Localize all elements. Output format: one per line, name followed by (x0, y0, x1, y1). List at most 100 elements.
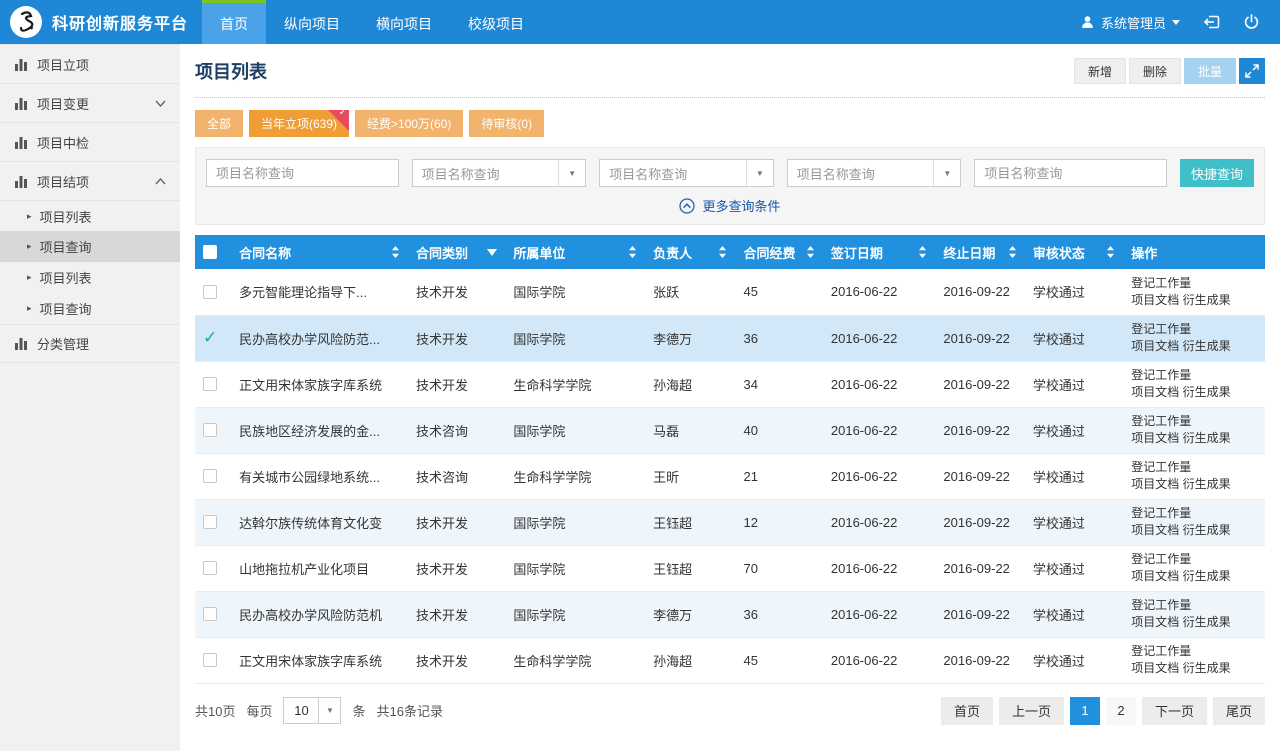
filter-tab-4[interactable]: 待审核(0) (469, 110, 544, 137)
add-button[interactable]: 新增 (1074, 58, 1126, 84)
action-register-workload[interactable]: 登记工作量 (1131, 506, 1191, 520)
col-header-3[interactable]: 所属单位 (505, 235, 645, 269)
nav-tab-1[interactable]: 首页 (202, 0, 266, 44)
table-row-4[interactable]: 民族地区经济发展的金...技术咨询国际学院马磊402016-06-222016-… (195, 407, 1265, 453)
quick-search-button[interactable]: 快捷查询 (1180, 159, 1254, 187)
table-row-8[interactable]: 民办高校办学风险防范机技术开发国际学院李德万362016-06-222016-0… (195, 591, 1265, 637)
user-menu[interactable]: 系统管理员 (1080, 13, 1180, 32)
row-checkbox[interactable] (203, 653, 217, 667)
table-row-1[interactable]: 多元智能理论指导下...技术开发国际学院张跃452016-06-222016-0… (195, 269, 1265, 315)
action-register-workload[interactable]: 登记工作量 (1131, 460, 1191, 474)
check-icon[interactable]: ✓ (203, 328, 217, 347)
sidebar-subitem-7[interactable]: ▸项目列表 (0, 262, 180, 293)
page-button-1[interactable]: 首页 (941, 697, 993, 725)
action-register-workload[interactable]: 登记工作量 (1131, 552, 1191, 566)
action-project-docs[interactable]: 项目文档 (1131, 615, 1179, 629)
page-button-6[interactable]: 尾页 (1213, 697, 1265, 725)
sidebar-subitem-5[interactable]: ▸项目列表 (0, 200, 180, 231)
action-derived-results[interactable]: 衍生成果 (1183, 431, 1231, 445)
select-all-checkbox[interactable] (203, 245, 217, 259)
delete-button[interactable]: 删除 (1129, 58, 1181, 84)
search-select-4[interactable]: 项目名称查询▼ (787, 159, 962, 187)
action-derived-results[interactable]: 衍生成果 (1183, 615, 1231, 629)
col-header-6[interactable]: 签订日期 (823, 235, 936, 269)
col-header-4[interactable]: 负责人 (645, 235, 735, 269)
action-derived-results[interactable]: 衍生成果 (1183, 477, 1231, 491)
page-button-3[interactable]: 1 (1070, 697, 1100, 725)
nav-tab-3[interactable]: 横向项目 (358, 0, 450, 44)
search-input-5[interactable] (974, 159, 1167, 187)
action-project-docs[interactable]: 项目文档 (1131, 523, 1179, 537)
filter-tab-3[interactable]: 经费>100万(60) (355, 110, 463, 137)
search-select-3[interactable]: 项目名称查询▼ (599, 159, 774, 187)
page-button-5[interactable]: 下一页 (1142, 697, 1207, 725)
table-row-9[interactable]: 正文用宋体家族字库系统技术开发生命科学学院孙海超452016-06-222016… (195, 637, 1265, 683)
action-derived-results[interactable]: 衍生成果 (1183, 339, 1231, 353)
top-nav: 首页纵向项目横向项目校级项目 (202, 0, 542, 44)
sidebar-item-9[interactable]: 分类管理 (0, 324, 180, 363)
col-header-5[interactable]: 合同经费 (735, 235, 822, 269)
action-project-docs[interactable]: 项目文档 (1131, 477, 1179, 491)
action-register-workload[interactable]: 登记工作量 (1131, 276, 1191, 290)
page-button-2[interactable]: 上一页 (999, 697, 1064, 725)
search-input-1[interactable] (206, 159, 399, 187)
page-head: 项目列表 新增 删除 批量 (195, 58, 1265, 98)
row-checkbox[interactable] (203, 469, 217, 483)
row-checkbox[interactable] (203, 515, 217, 529)
row-checkbox[interactable] (203, 285, 217, 299)
action-project-docs[interactable]: 项目文档 (1131, 661, 1179, 675)
action-register-workload[interactable]: 登记工作量 (1131, 368, 1191, 382)
sidebar-subitem-8[interactable]: ▸项目查询 (0, 293, 180, 324)
action-project-docs[interactable]: 项目文档 (1131, 431, 1179, 445)
filter-tab-2[interactable]: 当年立项(639)✓ (249, 110, 349, 137)
action-register-workload[interactable]: 登记工作量 (1131, 598, 1191, 612)
action-derived-results[interactable]: 衍生成果 (1183, 661, 1231, 675)
col-header-2[interactable]: 合同类别 (408, 235, 505, 269)
table-row-5[interactable]: 有关城市公园绿地系统...技术咨询生命科学学院王昕212016-06-22201… (195, 453, 1265, 499)
nav-tab-2[interactable]: 纵向项目 (266, 0, 358, 44)
table-row-2[interactable]: ✓民办高校办学风险防范...技术开发国际学院李德万362016-06-22201… (195, 315, 1265, 361)
sidebar-item-4[interactable]: 项目结项 (0, 161, 180, 200)
action-project-docs[interactable]: 项目文档 (1131, 293, 1179, 307)
table-row-3[interactable]: 正文用宋体家族字库系统技术开发生命科学学院孙海超342016-06-222016… (195, 361, 1265, 407)
action-derived-results[interactable]: 衍生成果 (1183, 569, 1231, 583)
col-header-1[interactable]: 合同名称 (231, 235, 408, 269)
sidebar-item-3[interactable]: 项目中检 (0, 122, 180, 161)
col-header-7[interactable]: 终止日期 (935, 235, 1024, 269)
cell-fund: 12 (735, 499, 822, 545)
action-register-workload[interactable]: 登记工作量 (1131, 414, 1191, 428)
search-select-2[interactable]: 项目名称查询▼ (412, 159, 587, 187)
select-value: 项目名称查询 (413, 164, 559, 183)
cell-unit: 生命科学学院 (505, 361, 645, 407)
logout-icon[interactable] (1202, 13, 1221, 31)
page-button-4[interactable]: 2 (1106, 697, 1136, 725)
filter-tab-1[interactable]: 全部 (195, 110, 243, 137)
batch-button[interactable]: 批量 (1184, 58, 1236, 84)
action-derived-results[interactable]: 衍生成果 (1183, 523, 1231, 537)
row-checkbox[interactable] (203, 377, 217, 391)
action-register-workload[interactable]: 登记工作量 (1131, 322, 1191, 336)
table-row-6[interactable]: 达斡尔族传统体育文化变技术开发国际学院王钰超122016-06-222016-0… (195, 499, 1265, 545)
col-header-8[interactable]: 审核状态 (1025, 235, 1123, 269)
table-row-7[interactable]: 山地拖拉机产业化项目技术开发国际学院王钰超702016-06-222016-09… (195, 545, 1265, 591)
row-checkbox[interactable] (203, 607, 217, 621)
cell-unit: 国际学院 (505, 407, 645, 453)
col-header-label: 负责人 (653, 243, 692, 262)
more-conditions-link[interactable]: 更多查询条件 (206, 187, 1254, 222)
row-checkbox[interactable] (203, 423, 217, 437)
action-project-docs[interactable]: 项目文档 (1131, 569, 1179, 583)
chevron-down-icon (155, 100, 166, 107)
row-checkbox[interactable] (203, 561, 217, 575)
action-project-docs[interactable]: 项目文档 (1131, 385, 1179, 399)
nav-tab-4[interactable]: 校级项目 (450, 0, 542, 44)
sidebar-item-2[interactable]: 项目变更 (0, 83, 180, 122)
power-icon[interactable] (1243, 13, 1260, 31)
sidebar-item-1[interactable]: 项目立项 (0, 44, 180, 83)
expand-button[interactable] (1239, 58, 1265, 84)
action-register-workload[interactable]: 登记工作量 (1131, 644, 1191, 658)
action-project-docs[interactable]: 项目文档 (1131, 339, 1179, 353)
sidebar-subitem-6[interactable]: ▸项目查询 (0, 231, 180, 262)
action-derived-results[interactable]: 衍生成果 (1183, 385, 1231, 399)
per-page-select[interactable]: 10 ▼ (283, 697, 341, 724)
action-derived-results[interactable]: 衍生成果 (1183, 293, 1231, 307)
